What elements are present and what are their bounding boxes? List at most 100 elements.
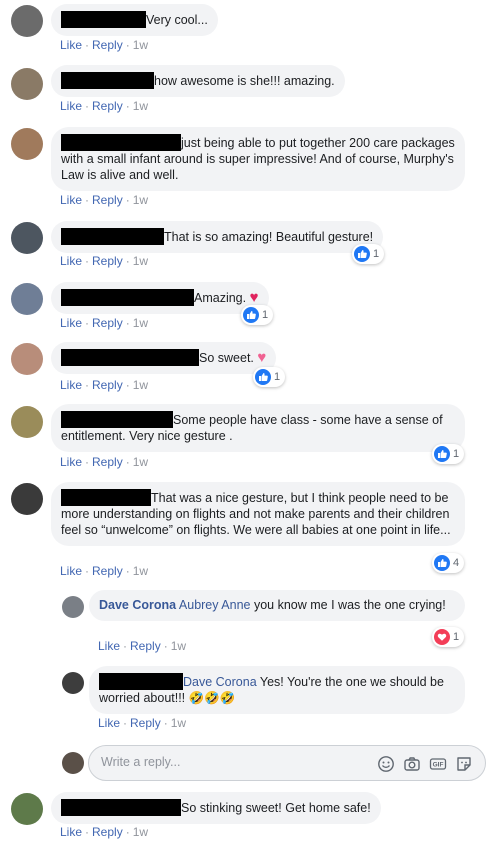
reply-link[interactable]: Reply: [92, 564, 123, 578]
reply-actions: Like · Reply · 1w: [98, 716, 187, 730]
current-user-avatar: [62, 752, 84, 774]
reaction-count[interactable]: 1: [253, 367, 286, 387]
timestamp[interactable]: 1w: [133, 193, 148, 207]
timestamp[interactable]: 1w: [133, 455, 148, 469]
avatar[interactable]: [11, 793, 43, 825]
timestamp[interactable]: 1w: [133, 378, 148, 392]
avatar-image: [11, 283, 43, 315]
camera-icon[interactable]: [403, 755, 421, 773]
avatar-image: [11, 128, 43, 160]
avatar-image: [62, 596, 84, 618]
like-link[interactable]: Like: [60, 564, 82, 578]
reply-actions: Like · Reply · 1w: [98, 639, 187, 653]
reaction-number: 1: [453, 448, 460, 460]
avatar[interactable]: [11, 343, 43, 375]
comment-bubble: That is so amazing! Beautiful gesture!: [51, 221, 384, 253]
red-heart-icon: ♥: [249, 289, 259, 306]
like-reaction-icon: [243, 307, 259, 323]
redacted-name: [61, 349, 199, 366]
avatar[interactable]: [11, 68, 43, 100]
comment-actions: Like · Reply · 1w: [60, 825, 149, 839]
reaction-count[interactable]: 1: [352, 244, 385, 264]
avatar-image: [11, 222, 43, 254]
avatar[interactable]: [11, 483, 43, 515]
reaction-count[interactable]: 1: [432, 444, 465, 464]
timestamp[interactable]: 1w: [133, 825, 148, 839]
timestamp[interactable]: 1w: [171, 639, 186, 653]
comment-actions: Like · Reply · 1w: [60, 38, 149, 52]
comment-bubble: Amazing. ♥: [51, 282, 269, 314]
like-link[interactable]: Like: [60, 38, 82, 52]
timestamp[interactable]: 1w: [133, 254, 148, 268]
like-link[interactable]: Like: [60, 825, 82, 839]
sparkling-heart-icon: ♥: [257, 349, 267, 366]
like-link[interactable]: Like: [60, 254, 82, 268]
avatar-image: [62, 752, 84, 774]
avatar[interactable]: [11, 222, 43, 254]
reply-composer[interactable]: GIF: [88, 745, 486, 781]
comment-text: Very cool...: [146, 13, 208, 27]
avatar[interactable]: [11, 128, 43, 160]
avatar[interactable]: [11, 5, 43, 37]
reaction-number: 1: [274, 371, 281, 383]
like-reaction-icon: [255, 369, 271, 385]
timestamp[interactable]: 1w: [133, 99, 148, 113]
reply-link[interactable]: Reply: [92, 99, 123, 113]
like-link[interactable]: Like: [98, 639, 120, 653]
like-link[interactable]: Like: [60, 378, 82, 392]
avatar[interactable]: [62, 596, 84, 618]
timestamp[interactable]: 1w: [133, 564, 148, 578]
comment-bubble: So sweet. ♥: [51, 342, 277, 374]
mention-link[interactable]: Dave Corona: [183, 675, 257, 689]
comment-bubble: Very cool...: [51, 4, 218, 36]
comment-actions: Like · Reply · 1w: [60, 455, 149, 469]
timestamp[interactable]: 1w: [171, 716, 186, 730]
reaction-count[interactable]: 4: [432, 553, 465, 573]
reply-text: you know me I was the one crying!: [250, 598, 446, 612]
like-link[interactable]: Like: [60, 316, 82, 330]
reply-link[interactable]: Reply: [92, 193, 123, 207]
emoji-icon[interactable]: [377, 755, 395, 773]
like-link[interactable]: Like: [60, 455, 82, 469]
redacted-name: [61, 799, 181, 816]
redacted-name: [61, 134, 181, 151]
like-link[interactable]: Like: [60, 193, 82, 207]
comment-actions: Like · Reply · 1w: [60, 254, 149, 268]
mention-link[interactable]: Aubrey Anne: [179, 598, 251, 612]
timestamp[interactable]: 1w: [133, 316, 148, 330]
avatar[interactable]: [11, 406, 43, 438]
reply-link[interactable]: Reply: [92, 825, 123, 839]
reply-link[interactable]: Reply: [92, 378, 123, 392]
comment-text: Amazing.: [194, 291, 250, 305]
like-link[interactable]: Like: [98, 716, 120, 730]
reply-link[interactable]: Reply: [130, 639, 161, 653]
like-link[interactable]: Like: [60, 99, 82, 113]
reply-link[interactable]: Reply: [92, 455, 123, 469]
reaction-count[interactable]: 1: [241, 305, 274, 325]
reply-link[interactable]: Reply: [92, 254, 123, 268]
comment-bubble: So stinking sweet! Get home safe!: [51, 792, 381, 824]
avatar[interactable]: [62, 672, 84, 694]
author-name[interactable]: Dave Corona: [99, 598, 176, 612]
comment-actions: Like · Reply · 1w: [60, 193, 149, 207]
avatar-image: [11, 483, 43, 515]
avatar-image: [11, 793, 43, 825]
reaction-number: 4: [453, 557, 460, 569]
avatar-image: [11, 68, 43, 100]
timestamp[interactable]: 1w: [133, 38, 148, 52]
composer-icons: GIF: [377, 755, 473, 773]
sticker-icon[interactable]: [455, 755, 473, 773]
reply-link[interactable]: Reply: [130, 716, 161, 730]
comment-bubble: Some people have class - some have a sen…: [51, 404, 465, 452]
reply-input[interactable]: [101, 755, 351, 769]
love-reaction-icon: [434, 629, 450, 645]
avatar[interactable]: [11, 283, 43, 315]
comment-bubble: just being able to put together 200 care…: [51, 127, 465, 191]
gif-icon[interactable]: GIF: [429, 755, 447, 773]
reply-link[interactable]: Reply: [92, 38, 123, 52]
reaction-number: 1: [453, 631, 460, 643]
reply-link[interactable]: Reply: [92, 316, 123, 330]
redacted-name: [61, 11, 146, 28]
reaction-number: 1: [262, 309, 269, 321]
reaction-count[interactable]: 1: [432, 627, 465, 647]
